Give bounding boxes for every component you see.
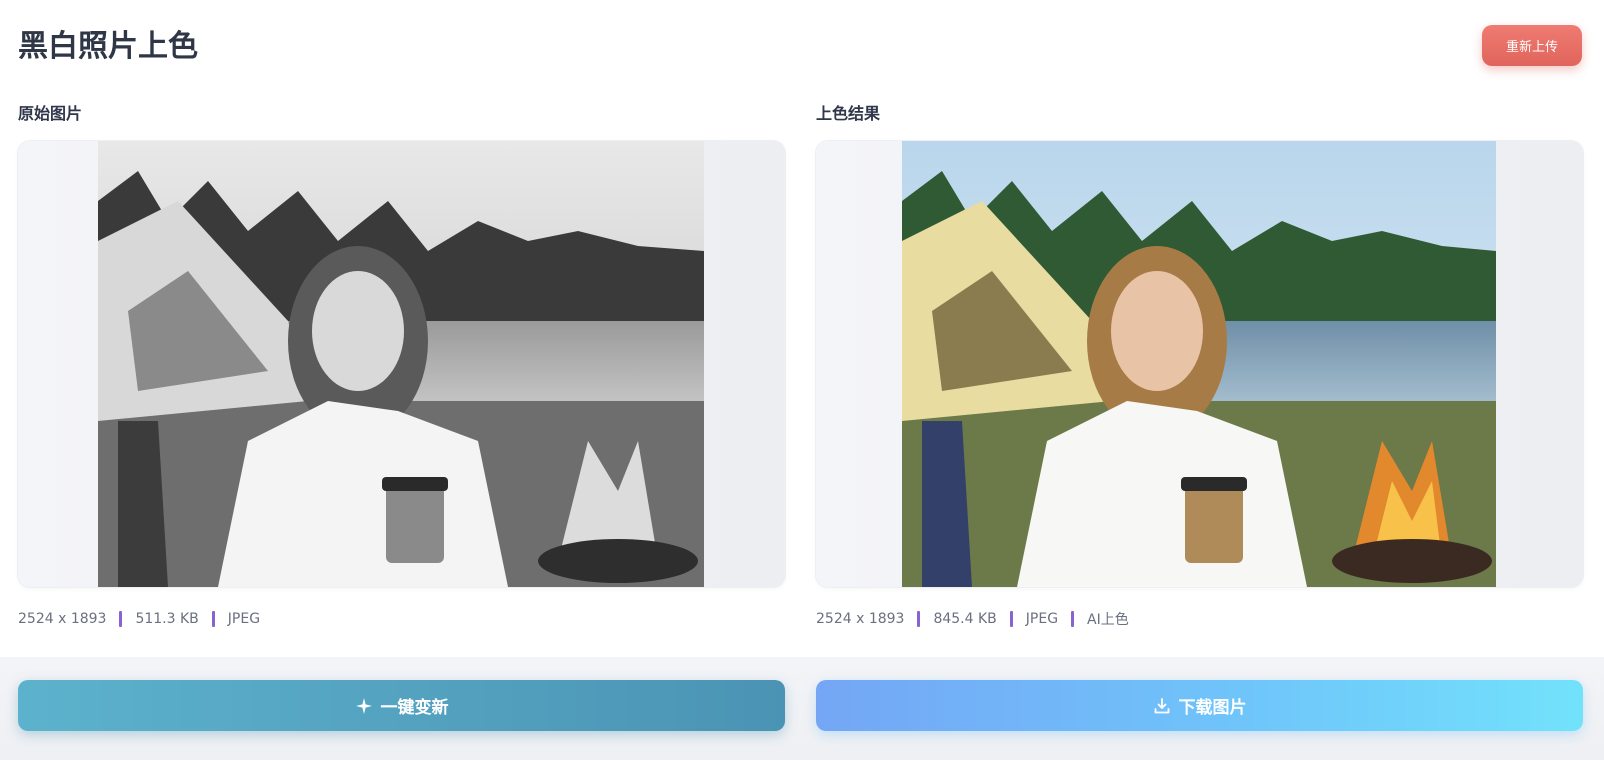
meta-separator: [119, 611, 123, 627]
original-dimensions: 2524 x 1893: [18, 611, 107, 627]
original-filesize: 511.3 KB: [135, 611, 199, 627]
download-label: 下载图片: [1178, 698, 1247, 718]
page-header: 黑白照片上色 重新上传: [18, 25, 1582, 70]
result-image-frame: [816, 141, 1583, 587]
result-dimensions: 2524 x 1893: [816, 611, 905, 627]
result-image: [902, 141, 1496, 587]
meta-separator: [211, 611, 215, 627]
result-panel: 上色结果 2524 x 1893 845.4 KB JPEG AI上色: [816, 100, 1583, 631]
renew-button[interactable]: 一键变新: [18, 680, 785, 731]
original-format: JPEG: [227, 611, 261, 627]
result-filesize: 845.4 KB: [933, 611, 997, 627]
original-image: [98, 141, 704, 587]
original-meta: 2524 x 1893 511.3 KB JPEG: [18, 607, 785, 631]
renew-label: 一键变新: [380, 698, 449, 718]
download-icon: [1153, 697, 1171, 715]
result-title: 上色结果: [816, 104, 881, 123]
page-title: 黑白照片上色: [18, 29, 198, 64]
meta-separator: [1071, 611, 1075, 627]
meta-separator: [1009, 611, 1013, 627]
result-format: JPEG: [1025, 611, 1059, 627]
download-button[interactable]: 下载图片: [816, 680, 1583, 731]
original-panel: 原始图片 2524 x 1893 511.3 KB JPEG: [18, 100, 785, 631]
original-image-frame: [18, 141, 785, 587]
meta-separator: [917, 611, 921, 627]
result-method: AI上色: [1087, 612, 1129, 628]
result-meta: 2524 x 1893 845.4 KB JPEG AI上色: [816, 607, 1583, 631]
original-title: 原始图片: [18, 104, 83, 123]
reupload-button[interactable]: 重新上传: [1482, 25, 1582, 66]
sparkle-icon: [355, 697, 373, 715]
